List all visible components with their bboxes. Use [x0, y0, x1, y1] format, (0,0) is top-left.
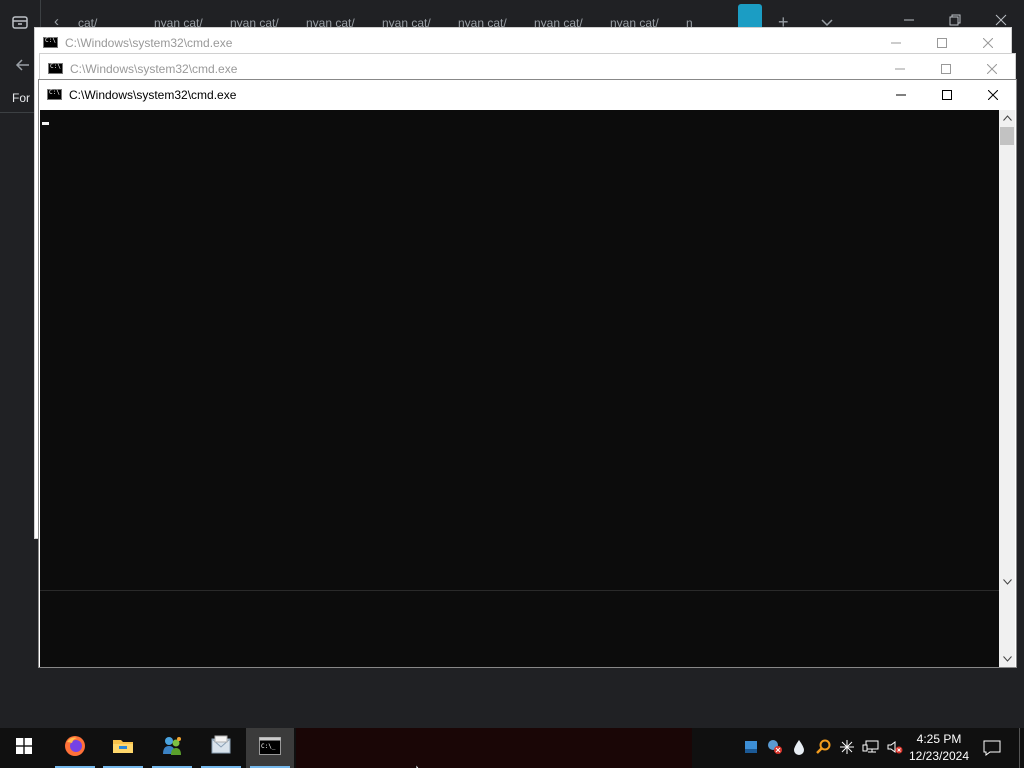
cmd-window-title: C:\Windows\system32\cmd.exe	[69, 88, 237, 102]
cmd-icon: C:\_	[259, 736, 281, 760]
water-drop-icon[interactable]	[790, 738, 808, 756]
snowflake-icon[interactable]	[838, 738, 856, 756]
taskbar-app-firefox[interactable]	[51, 728, 99, 768]
taskbar: C:\_ 4:25 PM 12/23/2024	[0, 728, 1024, 768]
mouse-pointer-icon	[415, 760, 427, 768]
close-icon[interactable]	[970, 80, 1016, 110]
tab-search-icon[interactable]	[10, 12, 30, 32]
console-output-area[interactable]	[40, 110, 1000, 667]
notification-center-icon[interactable]	[980, 728, 1004, 768]
wallpaper-strip	[296, 728, 692, 768]
windows-logo-icon	[16, 737, 32, 759]
minimize-icon[interactable]	[878, 80, 924, 110]
folder-icon	[111, 734, 135, 763]
start-button[interactable]	[0, 728, 48, 768]
cmd-icon	[47, 89, 62, 100]
cmd-window-active[interactable]: C:\Windows\system32\cmd.exe	[38, 79, 1017, 668]
maximize-icon[interactable]	[924, 80, 970, 110]
cmd-window-title: C:\Windows\system32\cmd.exe	[70, 62, 238, 76]
cmd-icon	[43, 37, 58, 48]
taskbar-app-mail[interactable]	[197, 728, 245, 768]
volume-muted-icon[interactable]	[886, 738, 904, 756]
vertical-scrollbar[interactable]	[999, 110, 1015, 667]
firefox-icon	[63, 734, 87, 763]
mail-icon	[209, 734, 233, 763]
scroll-up-arrow-icon[interactable]	[999, 110, 1015, 126]
console-buffer-divider	[40, 590, 1000, 591]
cmd-title-bar[interactable]: C:\Windows\system32\cmd.exe	[39, 80, 1016, 110]
network-warning-icon[interactable]	[766, 738, 784, 756]
scroll-down-arrow-icon[interactable]	[999, 651, 1015, 667]
back-arrow-icon[interactable]	[14, 56, 32, 74]
scrollbar-thumb[interactable]	[1000, 127, 1014, 145]
text-cursor	[42, 122, 49, 125]
taskbar-app-file-explorer[interactable]	[99, 728, 147, 768]
clock-time: 4:25 PM	[916, 732, 962, 746]
scroll-down-arrow-icon[interactable]	[999, 574, 1015, 590]
show-desktop-button[interactable]	[1019, 728, 1024, 768]
messenger-icon	[160, 734, 184, 763]
taskbar-app-icon[interactable]	[742, 738, 760, 756]
clock-date: 12/23/2024	[908, 749, 970, 763]
network-icon[interactable]	[862, 738, 880, 756]
cmd-icon	[48, 63, 63, 74]
browser-side-label: For	[12, 91, 30, 105]
taskbar-app-messenger[interactable]	[148, 728, 196, 768]
svg-text:C:\_: C:\_	[261, 743, 276, 750]
taskbar-clock[interactable]: 4:25 PM 12/23/2024	[906, 731, 972, 765]
taskbar-app-cmd[interactable]: C:\_	[246, 728, 294, 768]
magnifier-icon[interactable]	[814, 738, 832, 756]
cmd-window-title: C:\Windows\system32\cmd.exe	[65, 36, 233, 50]
